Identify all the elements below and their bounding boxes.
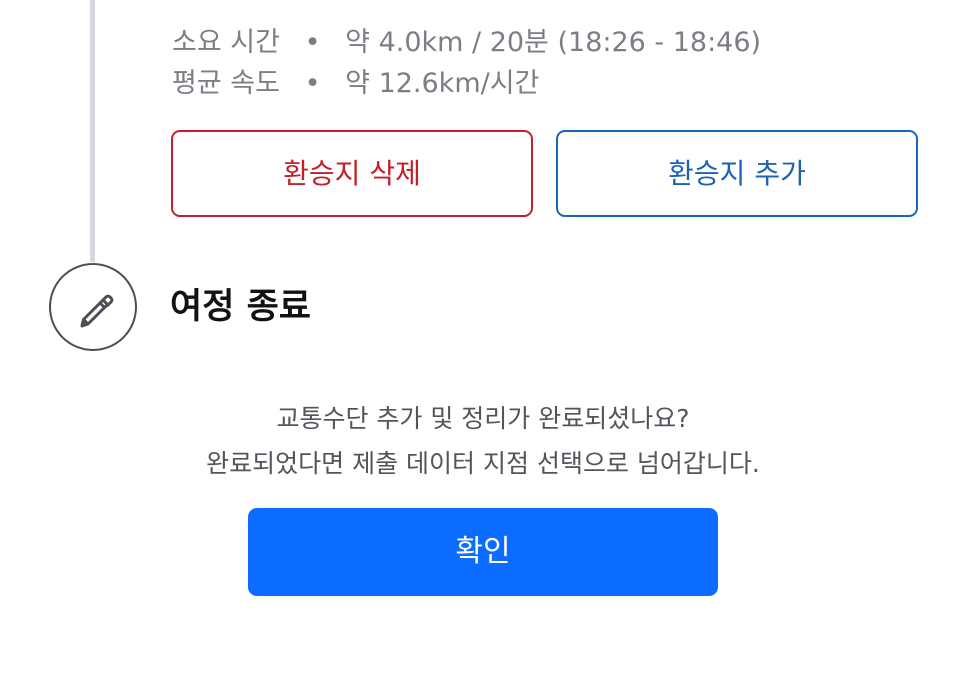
add-transfer-button[interactable]: 환승지 추가 — [556, 130, 918, 217]
confirm-button[interactable]: 확인 — [248, 508, 718, 596]
duration-label: 소요 시간 — [172, 27, 280, 58]
average-speed-row: 평균 속도 • 약 12.6km/시간 — [172, 64, 539, 104]
delete-transfer-button[interactable]: 환승지 삭제 — [171, 130, 533, 217]
journey-end-title: 여정 종료 — [170, 287, 311, 327]
duration-row: 소요 시간 • 약 4.0km / 20분 (18:26 - 18:46) — [172, 23, 761, 63]
journey-summary-screen: 소요 시간 • 약 4.0km / 20분 (18:26 - 18:46) 평균… — [0, 0, 966, 680]
average-speed-value: 약 12.6km/시간 — [345, 68, 540, 99]
completion-question: 교통수단 추가 및 정리가 완료되셨나요? — [276, 404, 690, 433]
journey-end-marker — [49, 263, 137, 351]
average-speed-label: 평균 속도 — [172, 68, 280, 99]
pencil-icon — [80, 294, 114, 328]
completion-next-step-message: 완료되었다면 제출 데이터 지점 선택으로 넘어갑니다. — [206, 449, 760, 478]
average-speed-separator: • — [304, 68, 321, 99]
timeline-line — [90, 0, 95, 262]
duration-value: 약 4.0km / 20분 (18:26 - 18:46) — [345, 27, 762, 58]
duration-separator: • — [304, 27, 321, 58]
